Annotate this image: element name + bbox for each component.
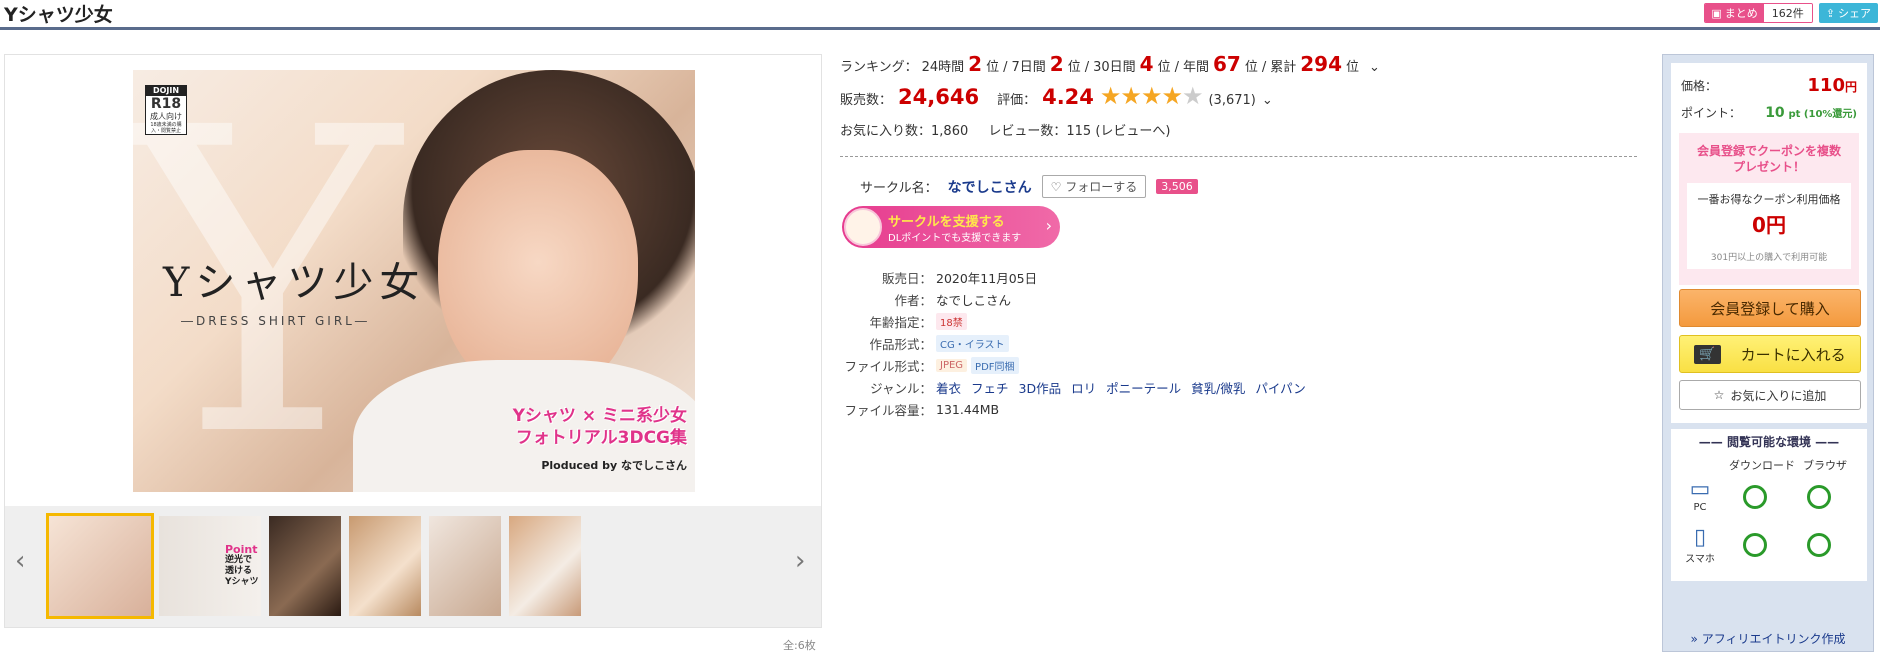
circle-name-link[interactable]: なでしこさん: [948, 177, 1032, 197]
share-button[interactable]: ⇪ シェア: [1818, 3, 1878, 23]
file-size: 131.44MB: [936, 401, 1000, 417]
thumbnail-strip: ‹ Point 逆光で 透ける Yシャツ ›: [5, 506, 821, 627]
point-row: ポイント： 10 pt (10%還元): [1681, 104, 1857, 121]
rank-year: 67: [1213, 52, 1241, 76]
circle-row: サークル名： なでしこさん ♡ フォローする 3,506: [860, 175, 1198, 198]
author-name: なでしこさん: [936, 292, 1012, 308]
title-bar: Yシャツ少女 ▣ まとめ 162件 ⇪ シェア: [0, 0, 1880, 30]
thumbnail-2[interactable]: Point 逆光で 透ける Yシャツ: [159, 516, 261, 616]
add-to-cart-button[interactable]: 🛒 カートに入れる: [1679, 335, 1861, 373]
rank-30d: 4: [1139, 52, 1154, 76]
heart-icon: ♡: [1050, 180, 1062, 194]
genre-link[interactable]: 貧乳/微乳: [1191, 378, 1245, 397]
prev-arrow-icon[interactable]: ‹: [15, 546, 25, 576]
cart-icon: 🛒: [1694, 344, 1721, 364]
matome-button[interactable]: ▣ まとめ 162件: [1704, 3, 1813, 23]
dojin-r18-badge: DOJIN R18 成人向け 18歳未満の購入・閲覧禁止: [145, 85, 187, 135]
point-value: 10: [1765, 104, 1785, 121]
gallery-image-count: 全:6枚: [783, 639, 816, 652]
sales-count: 24,646: [898, 85, 980, 109]
favorites-row: お気に入り数：1,860 レビュー数：115 (レビューへ): [840, 124, 1171, 139]
circle-avatar: [844, 208, 882, 246]
work-details: 販売日： 2020年11月05日 作者： なでしこさん 年齢指定： 18禁 作品形式：…: [840, 266, 1316, 420]
rating-count: (3,671): [1208, 93, 1256, 108]
cover-title: Yシャツ少女: [163, 260, 426, 306]
thumbnail-6[interactable]: [509, 516, 581, 616]
register-and-buy-button[interactable]: 会員登録して購入: [1679, 289, 1861, 327]
filetype-tag-jpeg[interactable]: JPEG: [936, 358, 968, 372]
price-value: 110: [1807, 75, 1845, 96]
purchase-sidebar: 価格： 110円 ポイント： 10 pt (10%還元) 会員登録でクーポンを複…: [1662, 54, 1874, 652]
age-rating-tag[interactable]: 18禁: [936, 312, 967, 330]
coupon-box: 会員登録でクーポンを複数 プレゼント！ 一番お得なクーポン利用価格 0円 301円…: [1679, 133, 1859, 285]
star-outline-icon: ☆: [1713, 388, 1725, 402]
chevron-right-icon: ›: [1045, 216, 1052, 235]
rank-24h: 2: [968, 52, 983, 76]
genre-link[interactable]: ロリ: [1071, 378, 1096, 397]
env-title: —— 閲覧可能な環境 ——: [1698, 435, 1840, 449]
genre-link[interactable]: 着衣: [936, 378, 961, 397]
genre-link[interactable]: フェチ: [971, 378, 1009, 397]
support-circle-button[interactable]: サークルを支援する DLポイントでも支援できます ›: [842, 206, 1060, 248]
genre-link[interactable]: 3D作品: [1019, 378, 1062, 397]
chevron-down-icon[interactable]: ⌄: [1262, 93, 1273, 108]
cover-produced-by: Ploduced by なでしこさん: [541, 459, 687, 472]
work-info: ランキング： 24時間 2位 / 7日間 2位 / 30日間 4位 / 年間 6…: [840, 52, 1640, 139]
cover-subtitle: ―DRESS SHIRT GIRL―: [181, 314, 370, 328]
review-link[interactable]: (レビューへ): [1095, 124, 1170, 139]
pc-icon: ▭ PC: [1689, 477, 1711, 513]
environment-box: —— 閲覧可能な環境 —— ダウンロード ブラウザ ▭ PC ▯ スマホ: [1671, 429, 1867, 581]
share-icon: ⇪: [1825, 6, 1835, 20]
product-gallery: Y DOJIN R18 成人向け 18歳未満の購入・閲覧禁止 Yシャツ少女 ―D…: [4, 54, 822, 628]
filetype-tag-pdf[interactable]: PDF同梱: [971, 356, 1019, 374]
thumbnail-3[interactable]: [269, 516, 341, 616]
circle-ok-icon: [1807, 533, 1831, 557]
divider: [840, 156, 1637, 157]
rank-total: 294: [1300, 52, 1343, 76]
smartphone-icon: ▯ スマホ: [1685, 525, 1715, 565]
page-title: Yシャツ少女: [4, 4, 113, 26]
thumbnail-5[interactable]: [429, 516, 501, 616]
work-format-tag[interactable]: CG・イラスト: [936, 334, 1009, 352]
cover-catchcopy: Yシャツ × ミニ系少女 フォトリアル3DCG集: [512, 406, 687, 448]
bookmark-icon: ▣: [1711, 6, 1722, 20]
affiliate-link[interactable]: » アフィリエイトリンク作成: [1663, 630, 1873, 647]
release-date-link[interactable]: 2020年11月05日: [936, 268, 1037, 287]
add-favorite-button[interactable]: ☆ お気に入りに追加: [1679, 380, 1861, 410]
sales-row: 販売数： 24,646 評価： 4.24 ★★★★★ (3,671) ⌄: [840, 82, 1273, 110]
matome-count: 162件: [1763, 4, 1812, 22]
ranking-row: ランキング： 24時間 2位 / 7日間 2位 / 30日間 4位 / 年間 6…: [840, 52, 1380, 76]
star-rating-icon: ★★★★★: [1099, 82, 1204, 110]
circle-ok-icon: [1743, 533, 1767, 557]
genre-link[interactable]: ポニーテール: [1106, 378, 1181, 397]
circle-ok-icon: [1743, 485, 1767, 509]
chevron-down-icon[interactable]: ⌄: [1369, 60, 1380, 75]
main-cover-image[interactable]: Y DOJIN R18 成人向け 18歳未満の購入・閲覧禁止 Yシャツ少女 ―D…: [133, 70, 695, 492]
price-row: 価格： 110円: [1681, 75, 1857, 96]
genre-link[interactable]: パイパン: [1255, 378, 1305, 397]
rating-value: 4.24: [1042, 85, 1094, 109]
rank-7d: 2: [1049, 52, 1064, 76]
follow-button[interactable]: ♡ フォローする: [1041, 175, 1147, 198]
thumbnail-4[interactable]: [349, 516, 421, 616]
thumbnail-1[interactable]: [46, 513, 154, 619]
circle-ok-icon: [1807, 485, 1831, 509]
next-arrow-icon[interactable]: ›: [795, 546, 805, 576]
follower-count: 3,506: [1156, 179, 1198, 194]
coupon-price: 0: [1752, 213, 1766, 237]
